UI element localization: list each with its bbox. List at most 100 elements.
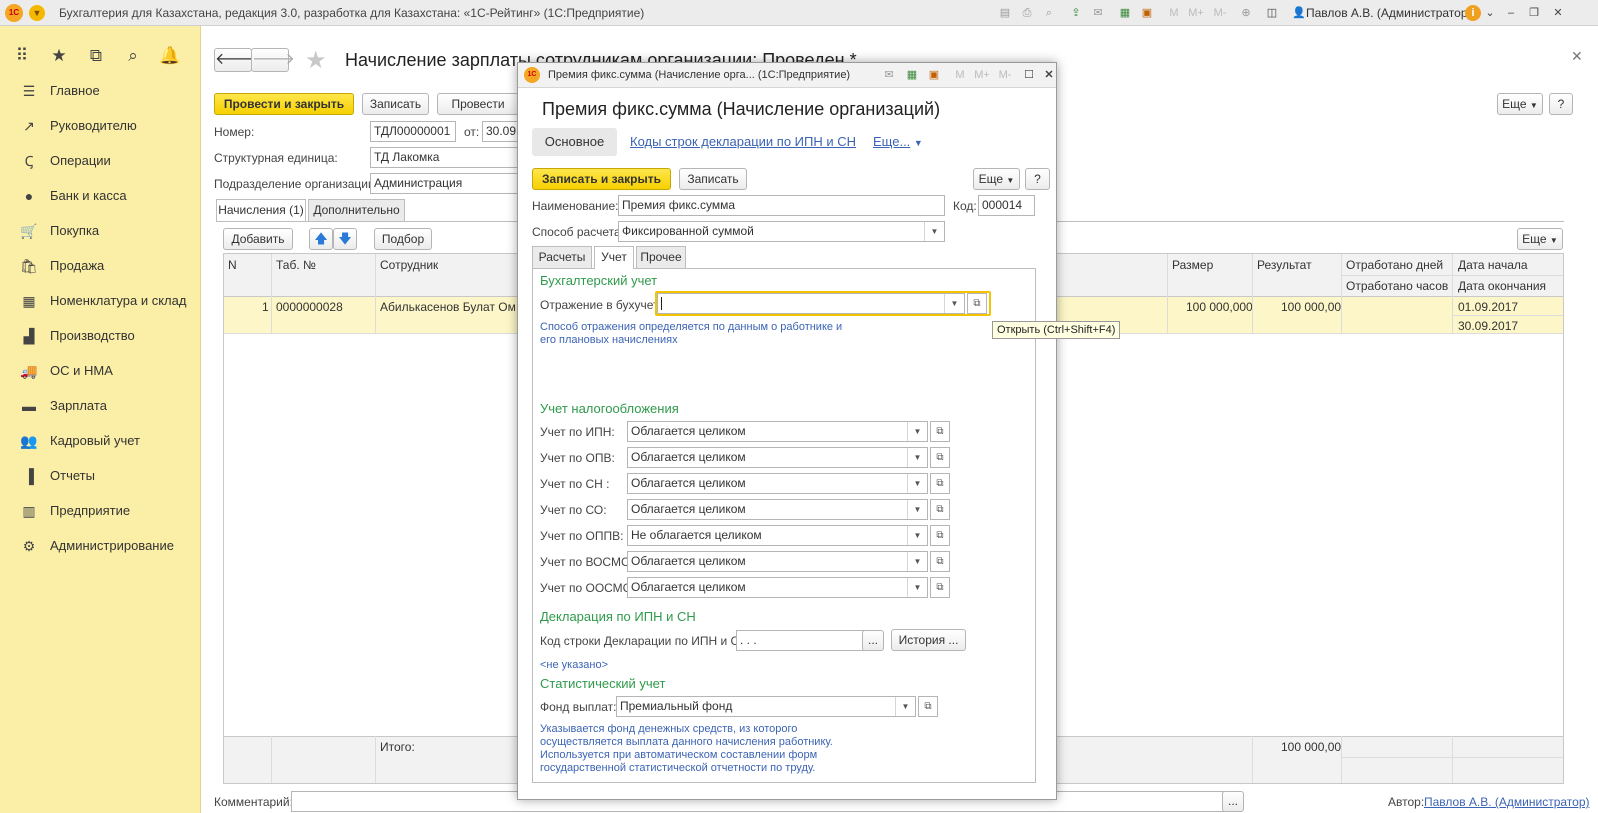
print-icon[interactable]: ⎙ bbox=[1019, 5, 1035, 21]
chevron-down-icon[interactable]: ▼ bbox=[907, 422, 927, 441]
select-button[interactable]: Подбор bbox=[374, 228, 432, 250]
help-button[interactable]: ? bbox=[1549, 93, 1573, 115]
fund-select[interactable]: Премиальный фонд ▼ bbox=[616, 696, 916, 717]
open-fund-button[interactable]: ⧉ bbox=[918, 696, 938, 717]
open-tax-so-button[interactable]: ⧉ bbox=[930, 499, 950, 520]
save-icon[interactable]: ▤ bbox=[997, 5, 1013, 21]
author-link[interactable]: Павлов А.В. (Администратор) bbox=[1424, 795, 1590, 809]
close-document-icon[interactable]: ✕ bbox=[1571, 48, 1583, 65]
open-reflection-button[interactable]: ⧉ bbox=[967, 293, 987, 314]
tab-accounting[interactable]: Учет bbox=[594, 246, 634, 269]
col-header-days[interactable]: Отработано дней bbox=[1346, 258, 1443, 272]
mail-icon[interactable]: ✉ bbox=[881, 67, 897, 83]
col-header-tab[interactable]: Таб. № bbox=[276, 258, 316, 272]
sidebar-item-operations[interactable]: Ꞔ Операции bbox=[0, 146, 200, 176]
tax-select-so[interactable]: Облагается целиком ▼ bbox=[627, 499, 928, 520]
open-tax-ipn-button[interactable]: ⧉ bbox=[930, 421, 950, 442]
forward-button[interactable]: 🡒 bbox=[251, 48, 295, 72]
table-more-button[interactable]: Еще ▼ bbox=[1517, 228, 1563, 250]
help-button[interactable]: ? bbox=[1025, 168, 1050, 190]
tab-accruals[interactable]: Начисления (1) bbox=[216, 199, 306, 222]
history-icon[interactable]: ⧉ bbox=[84, 44, 108, 68]
restore-icon[interactable]: ❐ bbox=[1526, 5, 1542, 21]
col-header-end[interactable]: Дата окончания bbox=[1458, 279, 1546, 293]
sidebar-item-admin[interactable]: ⚙ Администрирование bbox=[0, 531, 200, 561]
tax-select-sn[interactable]: Облагается целиком ▼ bbox=[627, 473, 928, 494]
window-tile-icon[interactable]: ◫ bbox=[1264, 5, 1280, 21]
mail-icon[interactable]: ✉ bbox=[1090, 5, 1106, 21]
tax-select-oosms[interactable]: Облагается целиком ▼ bbox=[627, 577, 928, 598]
unit-field[interactable]: ТД Лакомка bbox=[370, 147, 522, 168]
calendar-icon[interactable]: ▣ bbox=[1139, 5, 1155, 21]
chevron-down-icon[interactable]: ▼ bbox=[907, 526, 927, 545]
col-header-result[interactable]: Результат bbox=[1257, 258, 1312, 272]
sidebar-item-assets[interactable]: 🚚 ОС и НМА bbox=[0, 356, 200, 386]
method-select[interactable]: Фиксированной суммой ▼ bbox=[618, 221, 945, 242]
nav-more-link[interactable]: Еще... ▼ bbox=[873, 134, 923, 149]
move-up-button[interactable]: 🡅 bbox=[309, 228, 333, 250]
preview-icon[interactable]: ⌕ bbox=[1041, 5, 1057, 21]
sidebar-item-enterprise[interactable]: ▥ Предприятие bbox=[0, 496, 200, 526]
main-menu-icon[interactable]: ▼ bbox=[29, 5, 45, 21]
col-header-size[interactable]: Размер bbox=[1172, 258, 1213, 272]
chevron-down-icon[interactable]: ▼ bbox=[907, 474, 927, 493]
tab-other[interactable]: Прочее bbox=[636, 246, 686, 269]
nav-codes-link[interactable]: Коды строк декларации по ИПН и СН bbox=[630, 134, 856, 149]
nav-main-tab[interactable]: Основное bbox=[532, 128, 617, 156]
memory-m-minus-icon[interactable]: M- bbox=[995, 67, 1015, 83]
open-tax-opv-button[interactable]: ⧉ bbox=[930, 447, 950, 468]
close-icon[interactable]: ✕ bbox=[1041, 67, 1057, 83]
add-row-button[interactable]: Добавить bbox=[223, 228, 293, 250]
save-and-close-button[interactable]: Записать и закрыть bbox=[532, 168, 671, 190]
open-tax-oosms-button[interactable]: ⧉ bbox=[930, 577, 950, 598]
memory-m-icon[interactable]: M bbox=[952, 67, 968, 83]
chevron-down-icon[interactable]: ▼ bbox=[907, 578, 927, 597]
post-and-close-button[interactable]: Провести и закрыть bbox=[214, 93, 354, 115]
sidebar-item-hr[interactable]: 👥 Кадровый учет bbox=[0, 426, 200, 456]
sidebar-item-purchase[interactable]: 🛒 Покупка bbox=[0, 216, 200, 246]
more-button[interactable]: Еще ▼ bbox=[973, 168, 1020, 190]
col-header-n[interactable]: N bbox=[228, 258, 237, 272]
app-logo-icon[interactable]: 1С bbox=[5, 4, 23, 22]
chevron-down-icon[interactable]: ▼ bbox=[944, 294, 964, 313]
save-button[interactable]: Записать bbox=[362, 93, 429, 115]
sidebar-item-manager[interactable]: ↗ Руководителю bbox=[0, 111, 200, 141]
name-field[interactable]: Премия фикс.сумма bbox=[618, 195, 945, 216]
sidebar-item-nomenclature[interactable]: ▦ Номенклатура и склад bbox=[0, 286, 200, 316]
memory-m-plus-icon[interactable]: M+ bbox=[1186, 5, 1206, 21]
close-icon[interactable]: ✕ bbox=[1550, 5, 1566, 21]
date-field[interactable]: 30.09.20 bbox=[482, 121, 522, 142]
tax-select-oppv[interactable]: Не облагается целиком ▼ bbox=[627, 525, 928, 546]
tab-calculations[interactable]: Расчеты bbox=[532, 246, 592, 269]
current-user[interactable]: Павлов А.В. (Администратор) bbox=[1306, 6, 1472, 20]
chevron-down-icon[interactable]: ▼ bbox=[907, 552, 927, 571]
sidebar-item-salary[interactable]: ▬ Зарплата bbox=[0, 391, 200, 421]
chevron-down-icon[interactable]: ▼ bbox=[895, 697, 915, 716]
department-field[interactable]: Администрация bbox=[370, 173, 522, 194]
upload-icon[interactable]: ⇪ bbox=[1068, 5, 1084, 21]
post-button[interactable]: Провести bbox=[437, 93, 519, 115]
code-field[interactable]: 000014 bbox=[978, 195, 1035, 216]
tax-select-vosms[interactable]: Облагается целиком ▼ bbox=[627, 551, 928, 572]
chevron-down-icon[interactable]: ⌄ bbox=[1482, 5, 1498, 21]
chevron-down-icon[interactable]: ▼ bbox=[924, 222, 944, 241]
maximize-icon[interactable]: ☐ bbox=[1021, 67, 1037, 83]
memory-m-minus-icon[interactable]: M- bbox=[1210, 5, 1230, 21]
memory-m-plus-icon[interactable]: M+ bbox=[972, 67, 992, 83]
apps-grid-icon[interactable]: ⠿ bbox=[10, 44, 34, 68]
search-icon[interactable]: ⌕ bbox=[121, 44, 145, 68]
save-button[interactable]: Записать bbox=[679, 168, 747, 190]
more-button[interactable]: Еще ▼ bbox=[1497, 93, 1543, 115]
tax-select-opv[interactable]: Облагается целиком ▼ bbox=[627, 447, 928, 468]
calculator-icon[interactable]: ▦ bbox=[904, 67, 920, 83]
col-header-employee[interactable]: Сотрудник bbox=[380, 258, 438, 272]
sidebar-item-sales[interactable]: 🛍 Продажа bbox=[0, 251, 200, 281]
memory-m-icon[interactable]: M bbox=[1166, 5, 1182, 21]
chevron-down-icon[interactable]: ▼ bbox=[907, 448, 927, 467]
col-header-start[interactable]: Дата начала bbox=[1458, 258, 1528, 272]
info-icon[interactable]: i bbox=[1465, 5, 1481, 21]
reflection-field[interactable]: ▼ bbox=[657, 293, 965, 314]
sidebar-item-production[interactable]: ▟ Производство bbox=[0, 321, 200, 351]
comment-choose-button[interactable]: ... bbox=[1222, 791, 1244, 812]
notifications-bell-icon[interactable]: 🔔 bbox=[158, 44, 182, 68]
